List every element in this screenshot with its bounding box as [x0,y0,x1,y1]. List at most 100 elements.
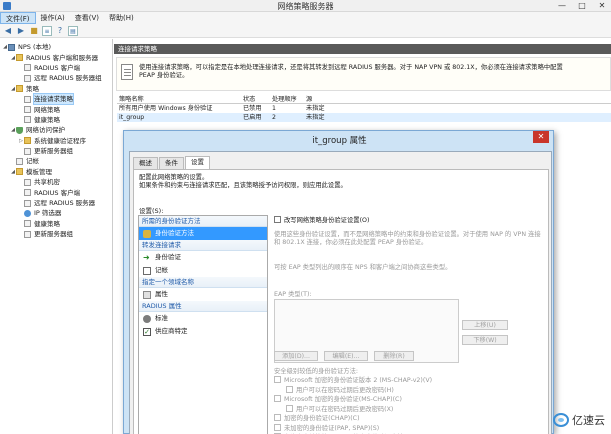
policy-source: 未指定 [306,114,325,121]
remove-button[interactable]: 删除(R) [374,351,414,361]
settings-item[interactable]: 属性 [139,288,267,301]
settings-item[interactable]: ➜ 身份验证 [139,251,267,264]
override-checkbox[interactable] [274,216,281,223]
policy-table: 策略名称 状态 处理顺序 源 所有用户使用 Windows 身份验证 已禁用 1… [117,95,611,122]
settings-item[interactable]: 身份验证方法 [139,227,267,240]
tree-item-label: 共享机密 [34,178,60,187]
settings-item[interactable]: 标准 [139,312,267,325]
auth-option-label: 未加密的身份验证(PAP, SPAP)(S) [284,424,380,432]
tree-item[interactable]: 记帐 [0,156,112,166]
net-icon [24,209,31,217]
console-icon[interactable]: ▤ [68,25,78,36]
tree-item[interactable]: ◢ 网络访问保护 [0,125,112,135]
tree-item[interactable]: 远程 RADIUS 服务器 [0,198,112,208]
menu-view[interactable]: 查看(V) [70,12,104,24]
tree-item[interactable]: IP 筛选器 [0,208,112,218]
auth-option[interactable]: 未加密的身份验证(PAP, SPAP)(S) [274,423,379,432]
settings-item[interactable]: ✓ 供应商特定 [139,325,267,338]
table-header: 策略名称 状态 处理顺序 源 [117,95,611,104]
table-row[interactable]: it_group 已启用 2 未指定 [117,113,611,122]
menu-file[interactable]: 文件(F) [0,12,36,24]
tree-item[interactable]: 更新服务器组 [0,229,112,239]
menu-bar: 文件(F) 操作(A) 查看(V) 帮助(H) [0,12,611,24]
tree-item[interactable]: 健康策略 [0,219,112,229]
maximize-button[interactable]: □ [575,1,589,10]
auth-option[interactable]: Microsoft 加密的身份验证版本 2 (MS-CHAP-v2)(V) [274,375,432,384]
folder-icon [16,85,23,93]
tree-item[interactable]: 远程 RADIUS 服务器组 [0,73,112,83]
tab-settings[interactable]: 设置 [185,156,210,169]
dialog-close-button[interactable]: ✕ [533,131,549,143]
column-header-order[interactable]: 处理顺序 [272,95,306,103]
auth-description: 使用这些身份验证设置，而不是网络策略中的约束和身份验证设置。对于使用 NAP 的… [274,231,541,246]
tree-item[interactable]: 共享机密 [0,177,112,187]
auth-option-checkbox[interactable] [274,414,281,421]
tree-item[interactable]: ◢ NPS (本地) [0,42,112,52]
toolbar: ◀ ▶ ■ ≡ ? ▤ [0,24,611,38]
auth-option-checkbox[interactable] [286,385,293,393]
page-icon [24,199,31,207]
settings-item-label: 身份验证 [155,253,181,261]
tree-item[interactable]: RADIUS 客户端 [0,63,112,73]
tree-item[interactable]: 网络策略 [0,104,112,114]
tree-item[interactable]: 更新服务器组 [0,146,112,156]
tree-item-label: RADIUS 客户端和服务器 [26,53,99,62]
move-down-button[interactable]: 下移(W) [462,335,508,345]
menu-action[interactable]: 操作(A) [36,12,70,24]
tab-overview[interactable]: 概述 [133,157,158,169]
column-header-source[interactable]: 源 [306,95,611,103]
tree-item[interactable]: ◢ 模板管理 [0,167,112,177]
tree-item-label: 网络访问保护 [26,126,65,135]
folder-up-icon[interactable]: ■ [29,26,39,36]
override-option[interactable]: 改写网络策略身份验证设置(O) [274,215,369,224]
auth-option-label: Microsoft 加密的身份验证版本 2 (MS-CHAP-v2)(V) [284,377,433,384]
forward-icon[interactable]: ▶ [16,26,26,36]
tree-item[interactable]: ◢ RADIUS 客户端和服务器 [0,52,112,62]
description-text: 使用连接请求策略，可以指定是在本地处理连接请求，还是将其转发到远程 RADIUS… [139,64,563,79]
minimize-button[interactable]: — [555,1,569,10]
edit-button[interactable]: 编辑(E)... [324,351,368,361]
table-row[interactable]: 所有用户使用 Windows 身份验证 已禁用 1 未指定 [117,104,611,113]
tree-item[interactable]: 健康策略 [0,115,112,125]
page-icon [24,189,31,197]
menu-help[interactable]: 帮助(H) [104,12,139,24]
move-up-button[interactable]: 上移(U) [462,320,508,330]
back-icon[interactable]: ◀ [3,26,13,36]
properties-icon[interactable]: ≡ [42,25,52,36]
tree-item-label: 系统健康验证程序 [34,136,86,145]
dialog-body: 概述 条件 设置 配置此网络策略的设置。 如果条件和约束与连接请求匹配，且该策略授… [129,151,552,434]
tree-item[interactable]: ▷ 系统健康验证程序 [0,136,112,146]
auth-option[interactable]: Microsoft 加密的身份验证(MS-CHAP)(C) [274,394,402,403]
folder-icon [24,137,31,145]
column-header-name[interactable]: 策略名称 [117,95,243,103]
tab-conditions[interactable]: 条件 [159,157,184,169]
auth-option[interactable]: 用户可以在密码过期后更改密码(X) [286,404,393,413]
auth-option[interactable]: 用户可以在密码过期后更改密码(H) [286,385,394,394]
tree-item-label: 远程 RADIUS 服务器 [34,199,96,208]
settings-item-label: 身份验证方法 [155,229,194,237]
settings-group-header: 转发连接请求 [139,240,267,251]
log-icon [143,266,151,275]
auth-option-checkbox[interactable] [286,404,293,412]
title-bar: 网络策略服务器 — □ ✕ [0,0,611,12]
tree-item[interactable]: 连接请求策略 [0,93,112,106]
auth-option-checkbox[interactable] [274,395,281,402]
add-button[interactable]: 添加(D)... [274,351,318,361]
tree-item-label: NPS (本地) [18,43,52,52]
page-icon [16,157,23,165]
auth-option[interactable]: 加密的身份验证(CHAP)(C) [274,413,360,422]
auth-option-checkbox[interactable] [274,376,281,383]
close-button[interactable]: ✕ [595,1,609,10]
help-icon[interactable]: ? [55,26,65,36]
tree-item[interactable]: RADIUS 客户端 [0,187,112,197]
tree-item-label: 健康策略 [34,219,60,228]
window-title: 网络策略服务器 [277,2,334,11]
column-header-status[interactable]: 状态 [243,95,272,103]
auth-option-checkbox[interactable] [274,423,281,431]
gear-icon [143,314,151,323]
tree-item[interactable]: ◢ 策略 [0,84,112,94]
folder-icon [16,168,23,176]
page-icon [24,95,31,103]
policy-name: it_group [119,114,145,121]
settings-item[interactable]: 记帐 [139,264,267,277]
